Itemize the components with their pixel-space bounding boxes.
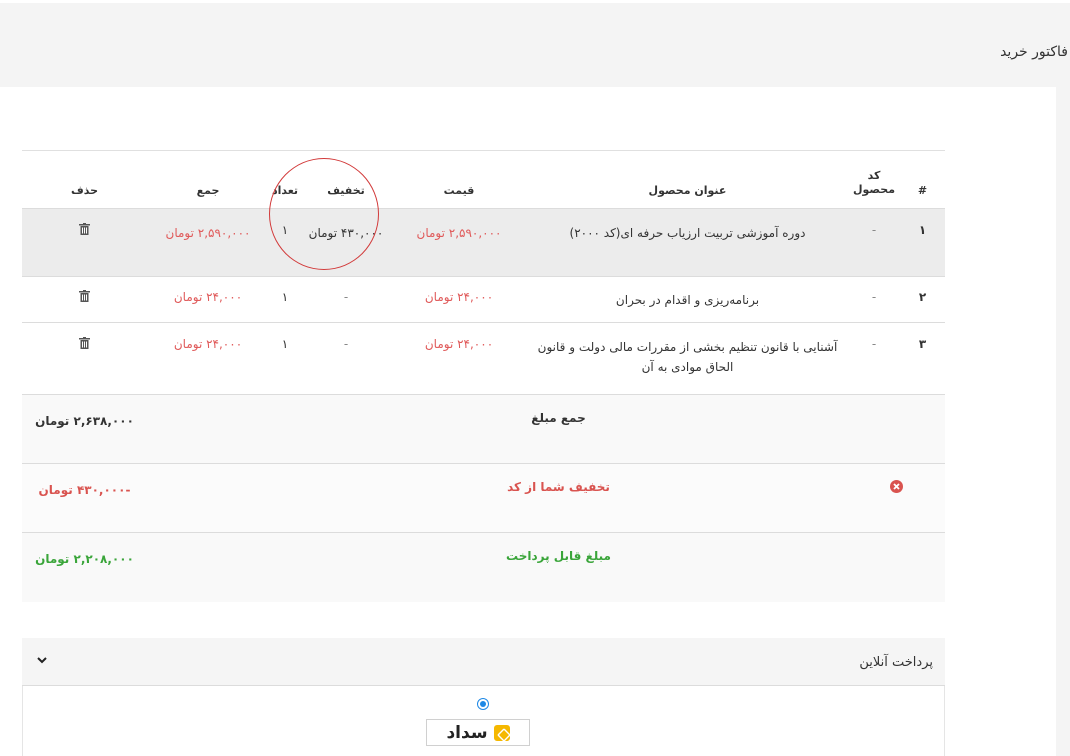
row-price: ۲۴,۰۰۰ تومان	[391, 276, 527, 323]
invoice-table: # کد محصول عنوان محصول قیمت تخفیف تعداد …	[22, 150, 945, 602]
table-row: ۳ - آشنایی با قانون تنظیم بخشی از مقررات…	[22, 322, 945, 395]
subtotal-label: جمع مبلغ	[269, 394, 848, 464]
trash-icon[interactable]	[78, 337, 90, 349]
page-title: فاکتور خرید	[1000, 44, 1068, 60]
row-code: -	[848, 322, 900, 395]
page-header-bar	[0, 3, 1070, 87]
remove-discount-cell	[848, 463, 945, 533]
gateway-radio[interactable]	[477, 698, 489, 710]
row-index: ۱	[900, 208, 945, 277]
row-code: -	[848, 276, 900, 323]
col-header-price: قیمت	[391, 150, 527, 209]
row-delete-cell	[22, 276, 147, 323]
row-title: دوره آموزشی تربیت ارزیاب حرفه ای(کد ۲۰۰۰…	[527, 208, 848, 277]
sadad-logo-icon	[493, 724, 510, 741]
col-header-code: کد محصول	[848, 150, 900, 209]
subtotal-row: جمع مبلغ ۲,۶۳۸,۰۰۰ تومان	[22, 394, 945, 464]
sadad-logo-text: سداد	[446, 722, 488, 743]
col-header-title: عنوان محصول	[527, 150, 848, 209]
col-header-discount: تخفیف	[301, 150, 391, 209]
col-header-index: #	[900, 150, 945, 209]
col-header-delete: حذف	[22, 150, 147, 209]
table-row: ۲ - برنامه‌ریزی و اقدام در بحران ۲۴,۰۰۰ …	[22, 276, 945, 323]
online-payment-header[interactable]: پرداخت آنلاین	[22, 638, 945, 686]
row-total: ۲۴,۰۰۰ تومان	[147, 276, 269, 323]
discount-label: تخفیف شما از کد	[269, 463, 848, 533]
row-discount: -	[301, 276, 391, 323]
remove-discount-icon[interactable]	[890, 480, 903, 493]
side-strip	[1056, 87, 1070, 756]
row-title: برنامه‌ریزی و اقدام در بحران	[527, 276, 848, 323]
trash-icon[interactable]	[78, 290, 90, 302]
row-title: آشنایی با قانون تنظیم بخشی از مقررات مال…	[527, 322, 848, 395]
trash-icon[interactable]	[78, 223, 90, 235]
chevron-down-icon[interactable]	[36, 654, 48, 666]
online-payment-body: سداد	[22, 686, 945, 756]
row-delete-cell	[22, 322, 147, 395]
payable-label: مبلغ قابل پرداخت	[269, 532, 848, 602]
table-header-row: # کد محصول عنوان محصول قیمت تخفیف تعداد …	[22, 150, 945, 209]
payable-row: مبلغ قابل پرداخت ۲,۲۰۸,۰۰۰ تومان	[22, 532, 945, 602]
row-total: ۲,۵۹۰,۰۰۰ تومان	[147, 208, 269, 277]
discount-row: تخفیف شما از کد -۴۳۰,۰۰۰ تومان	[22, 463, 945, 533]
col-header-qty: تعداد	[269, 150, 301, 209]
row-index: ۲	[900, 276, 945, 323]
row-price: ۲۴,۰۰۰ تومان	[391, 322, 527, 395]
row-code: -	[848, 208, 900, 277]
payable-value: ۲,۲۰۸,۰۰۰ تومان	[22, 532, 147, 602]
row-discount: ۴۳۰,۰۰۰ تومان	[301, 208, 391, 277]
row-qty: ۱	[269, 208, 301, 277]
row-delete-cell	[22, 208, 147, 277]
row-price: ۲,۵۹۰,۰۰۰ تومان	[391, 208, 527, 277]
row-qty: ۱	[269, 276, 301, 323]
table-row: ۱ - دوره آموزشی تربیت ارزیاب حرفه ای(کد …	[22, 208, 945, 277]
discount-value: -۴۳۰,۰۰۰ تومان	[22, 463, 147, 533]
sadad-gateway-logo[interactable]: سداد	[426, 719, 530, 746]
subtotal-value: ۲,۶۳۸,۰۰۰ تومان	[22, 394, 147, 464]
row-discount: -	[301, 322, 391, 395]
row-qty: ۱	[269, 322, 301, 395]
col-header-total: جمع	[147, 150, 269, 209]
online-payment-title: پرداخت آنلاین	[859, 655, 933, 670]
row-index: ۳	[900, 322, 945, 395]
row-total: ۲۴,۰۰۰ تومان	[147, 322, 269, 395]
